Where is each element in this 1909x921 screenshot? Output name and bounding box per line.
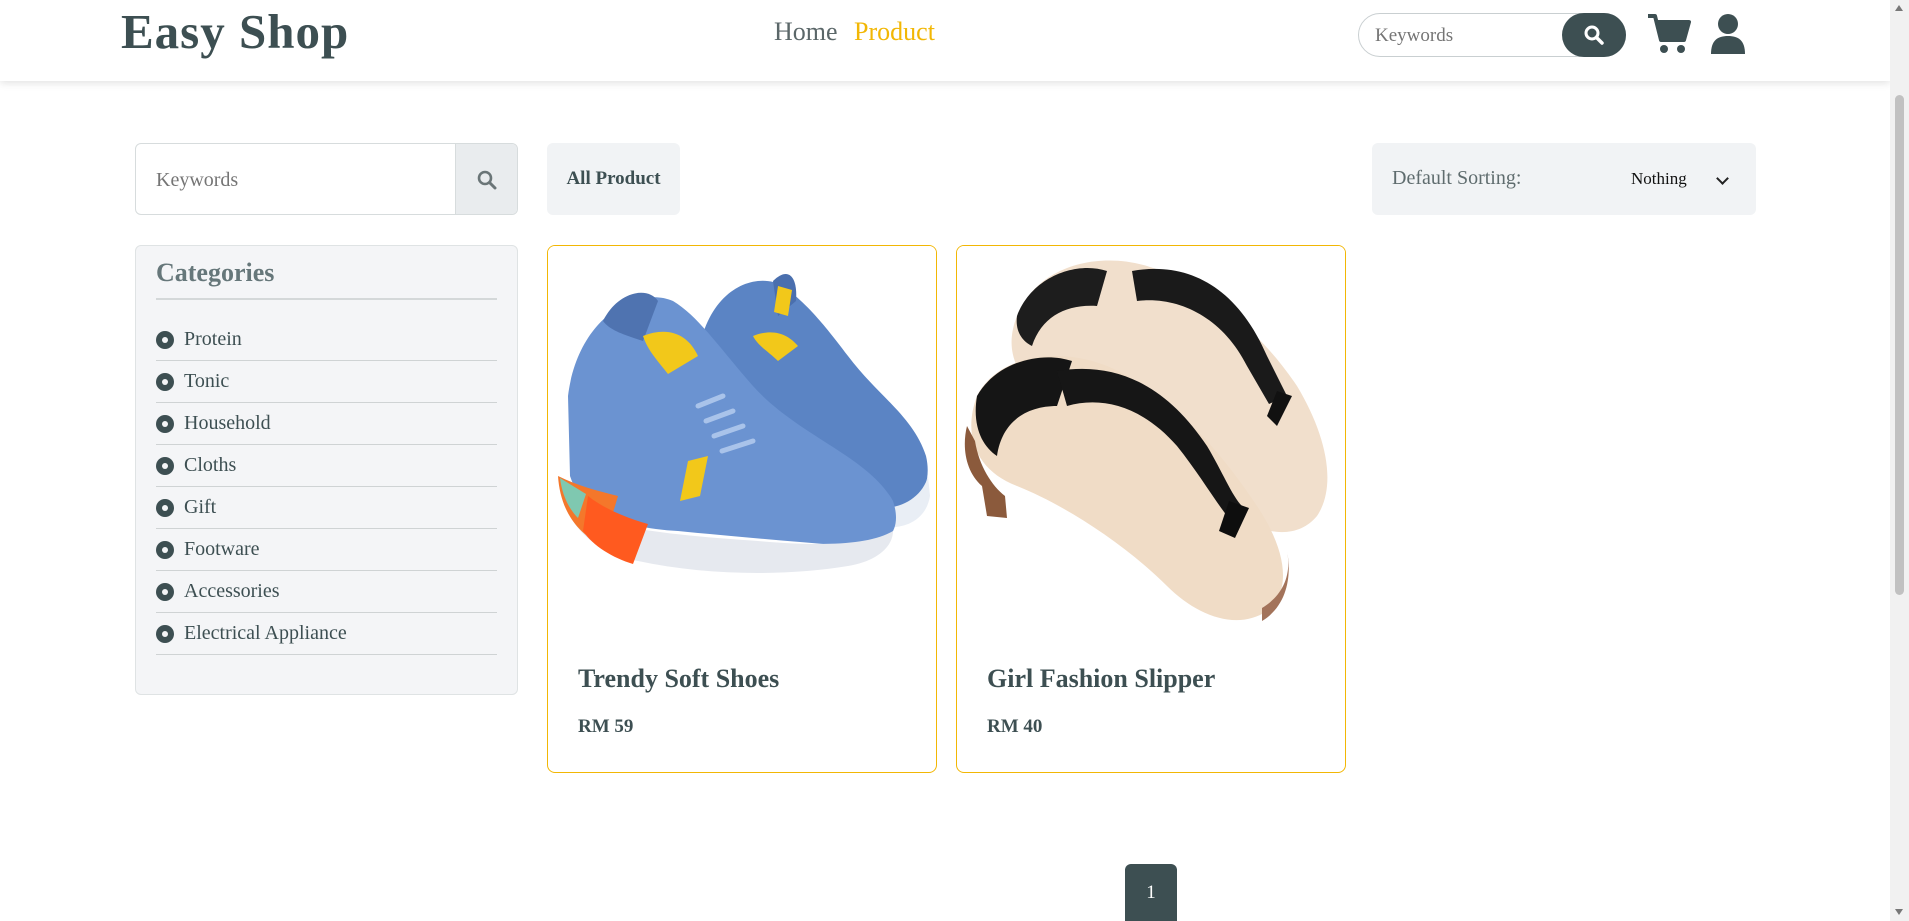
bullet-icon bbox=[156, 372, 174, 391]
category-item-electrical-appliance[interactable]: Electrical Appliance bbox=[156, 613, 497, 655]
page-scrollbar[interactable] bbox=[1890, 0, 1909, 921]
bullet-icon bbox=[156, 330, 174, 349]
main-nav: Home Product bbox=[774, 17, 945, 47]
category-item-protein[interactable]: Protein bbox=[156, 319, 497, 361]
category-label: Gift bbox=[184, 496, 217, 518]
category-item-tonic[interactable]: Tonic bbox=[156, 361, 497, 403]
header-search bbox=[1358, 13, 1626, 57]
scroll-up-icon[interactable] bbox=[1895, 5, 1903, 11]
product-name[interactable]: Trendy Soft Shoes bbox=[578, 664, 779, 694]
product-image-shoes[interactable] bbox=[548, 246, 936, 636]
search-icon bbox=[1584, 25, 1604, 45]
user-icon[interactable] bbox=[1710, 12, 1746, 56]
bullet-icon bbox=[156, 456, 174, 475]
site-logo[interactable]: Easy Shop bbox=[121, 2, 349, 62]
tab-all-product[interactable]: All Product bbox=[547, 143, 680, 215]
product-price: RM 59 bbox=[578, 716, 634, 737]
category-label: Cloths bbox=[184, 454, 237, 476]
pagination-page-1[interactable]: 1 bbox=[1125, 864, 1177, 921]
bullet-icon bbox=[156, 540, 174, 559]
sort-label: Default Sorting: bbox=[1392, 167, 1522, 189]
category-label: Household bbox=[184, 412, 271, 434]
bullet-icon bbox=[156, 498, 174, 517]
category-item-accessories[interactable]: Accessories bbox=[156, 571, 497, 613]
category-item-cloths[interactable]: Cloths bbox=[156, 445, 497, 487]
category-item-gift[interactable]: Gift bbox=[156, 487, 497, 529]
bullet-icon bbox=[156, 414, 174, 433]
category-label: Protein bbox=[184, 328, 242, 350]
chevron-down-icon[interactable] bbox=[1716, 172, 1729, 185]
category-label: Accessories bbox=[184, 580, 280, 602]
product-card[interactable]: Girl Fashion Slipper RM 40 bbox=[956, 245, 1346, 773]
nav-home-link[interactable]: Home bbox=[774, 17, 838, 46]
categories-panel: Categories Protein Tonic Household Cloth… bbox=[135, 245, 518, 695]
category-label: Footware bbox=[184, 538, 260, 560]
product-price: RM 40 bbox=[987, 716, 1043, 737]
sort-dropdown[interactable]: Default Sorting: Nothing bbox=[1372, 143, 1756, 215]
categories-list: Protein Tonic Household Cloths Gift Foot… bbox=[156, 319, 497, 655]
bullet-icon bbox=[156, 582, 174, 601]
bullet-icon bbox=[156, 624, 174, 643]
category-label: Tonic bbox=[184, 370, 230, 392]
search-icon bbox=[477, 170, 496, 190]
nav-product-link[interactable]: Product bbox=[854, 17, 935, 46]
category-label: Electrical Appliance bbox=[184, 622, 347, 644]
sidebar-search-input[interactable] bbox=[156, 166, 436, 194]
product-card[interactable]: Trendy Soft Shoes RM 59 bbox=[547, 245, 937, 773]
sort-selected-value[interactable]: Nothing bbox=[1631, 169, 1687, 189]
category-item-household[interactable]: Household bbox=[156, 403, 497, 445]
category-item-footware[interactable]: Footware bbox=[156, 529, 497, 571]
site-header: Easy Shop Home Product bbox=[0, 0, 1890, 81]
scroll-down-icon[interactable] bbox=[1895, 909, 1903, 915]
categories-title: Categories bbox=[156, 258, 497, 300]
header-search-button[interactable] bbox=[1562, 13, 1626, 57]
header-search-input[interactable] bbox=[1375, 23, 1545, 49]
sidebar-search bbox=[135, 143, 518, 215]
product-image-slipper[interactable] bbox=[957, 246, 1345, 636]
cart-icon[interactable] bbox=[1646, 12, 1692, 56]
product-name[interactable]: Girl Fashion Slipper bbox=[987, 664, 1215, 694]
sidebar-search-button[interactable] bbox=[455, 144, 517, 214]
scrollbar-thumb[interactable] bbox=[1895, 95, 1904, 595]
